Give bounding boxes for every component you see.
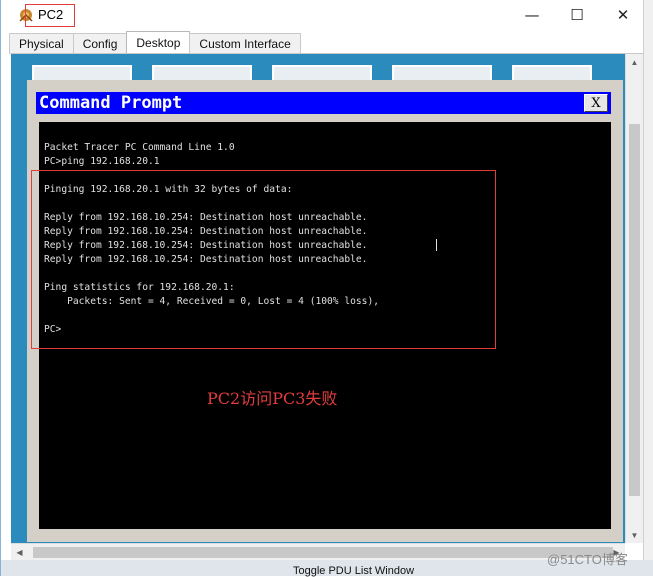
pc2-window: PC2 — ☐ ✕ Physical Config Desktop Custom… xyxy=(0,0,653,577)
tab-physical[interactable]: Physical xyxy=(9,33,74,53)
terminal-line: Packet Tracer PC Command Line 1.0 xyxy=(44,142,235,153)
tab-config[interactable]: Config xyxy=(72,33,128,53)
tab-bar: Physical Config Desktop Custom Interface xyxy=(9,31,301,53)
close-button[interactable]: ✕ xyxy=(600,0,646,30)
command-prompt-title: Command Prompt xyxy=(39,93,183,113)
title-bar[interactable]: PC2 — ☐ ✕ xyxy=(1,0,653,30)
tab-custom-interface[interactable]: Custom Interface xyxy=(189,33,301,53)
watermark: @51CTO博客 xyxy=(547,552,628,567)
left-edge-panel xyxy=(1,470,9,500)
horizontal-scroll-thumb[interactable] xyxy=(33,547,613,558)
scroll-down-icon[interactable]: ▼ xyxy=(626,527,643,543)
scroll-up-icon[interactable]: ▲ xyxy=(626,54,643,70)
minimize-button[interactable]: — xyxy=(509,0,555,30)
vertical-scrollbar[interactable]: ▲ ▼ xyxy=(625,54,643,543)
toggle-pdu-list-button[interactable]: Toggle PDU List Window xyxy=(293,565,414,577)
annotation-highlight-box xyxy=(31,170,496,349)
scroll-left-icon[interactable]: ◀ xyxy=(11,544,28,561)
annotation-text: PC2访问PC3失败 xyxy=(207,389,338,408)
maximize-button[interactable]: ☐ xyxy=(554,0,600,30)
command-prompt-titlebar: Command Prompt xyxy=(36,92,611,114)
right-edge-panel xyxy=(643,0,653,576)
title-highlight-box xyxy=(25,4,75,27)
horizontal-scrollbar[interactable]: ◀ ▶ xyxy=(11,543,625,561)
terminal-line: PC>ping 192.168.20.1 xyxy=(44,156,160,167)
command-prompt-close-button[interactable]: X xyxy=(584,94,608,112)
vertical-scroll-thumb[interactable] xyxy=(629,124,640,496)
tab-desktop[interactable]: Desktop xyxy=(126,31,191,53)
